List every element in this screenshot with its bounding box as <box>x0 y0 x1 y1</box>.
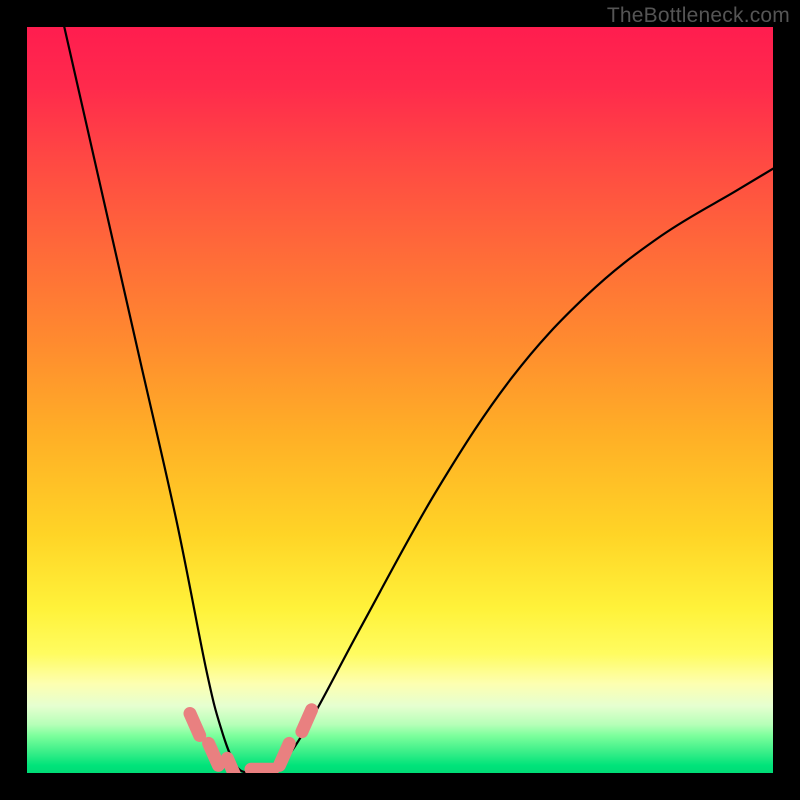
trough-marker <box>227 758 237 773</box>
chart-area <box>27 27 773 773</box>
trough-marker <box>302 710 312 732</box>
trough-marker <box>209 743 219 765</box>
trough-marker <box>190 714 200 736</box>
attribution-text: TheBottleneck.com <box>607 4 790 28</box>
trough-marker <box>280 743 290 765</box>
bottleneck-curve <box>27 27 773 773</box>
